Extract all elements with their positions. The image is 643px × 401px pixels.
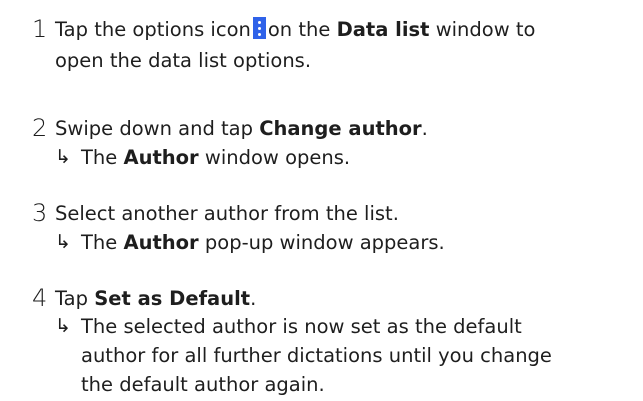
instruction-text: Tap the options icon [55,18,251,41]
instruction-text: . [421,117,428,140]
instruction-text: Swipe down and tap [55,117,253,140]
result-text-part: The [81,231,118,254]
result-text-part: The [81,146,118,169]
ui-term: Set as Default [94,287,251,310]
result-text: The selected author is now set as the de… [81,312,634,399]
result-arrow-icon: ↳ [55,315,71,337]
vertical-dots-options-icon [252,17,266,39]
result-arrow-icon: ↳ [55,231,71,253]
step-number: 4 [32,284,48,312]
step-line: Tap the options icon on the Data list win… [55,14,635,45]
result-text: The Author pop-up window appears. [81,228,634,257]
result-line: the default author again. [81,373,325,396]
result-text-part: pop-up window appears. [204,231,445,254]
step-line: open the data list options. [55,49,312,72]
step-instruction: Swipe down and tap Change author. [55,113,635,144]
step-instruction: Tap the options icon on the Data list win… [55,14,635,76]
step-number: 1 [32,15,48,43]
step-instruction: Select another author from the list. [55,202,399,225]
ui-term: Author [123,231,199,254]
ui-term: Data list [336,18,430,41]
ui-term: Change author [259,117,422,140]
step-number: 3 [32,199,48,227]
result-line: author for all further dictations until … [81,344,552,367]
instruction-text: . [250,287,257,310]
instruction-text: on the [267,18,331,41]
instruction-text: window to [435,18,536,41]
step-number: 2 [32,114,48,142]
result-text: The Author window opens. [81,143,634,172]
instruction-text: Tap [55,287,89,310]
result-line: The selected author is now set as the de… [81,315,522,338]
result-arrow-icon: ↳ [55,146,71,168]
step-instruction: Tap Set as Default. [55,283,635,314]
result-text-part: window opens. [204,146,351,169]
ui-term: Author [123,146,199,169]
